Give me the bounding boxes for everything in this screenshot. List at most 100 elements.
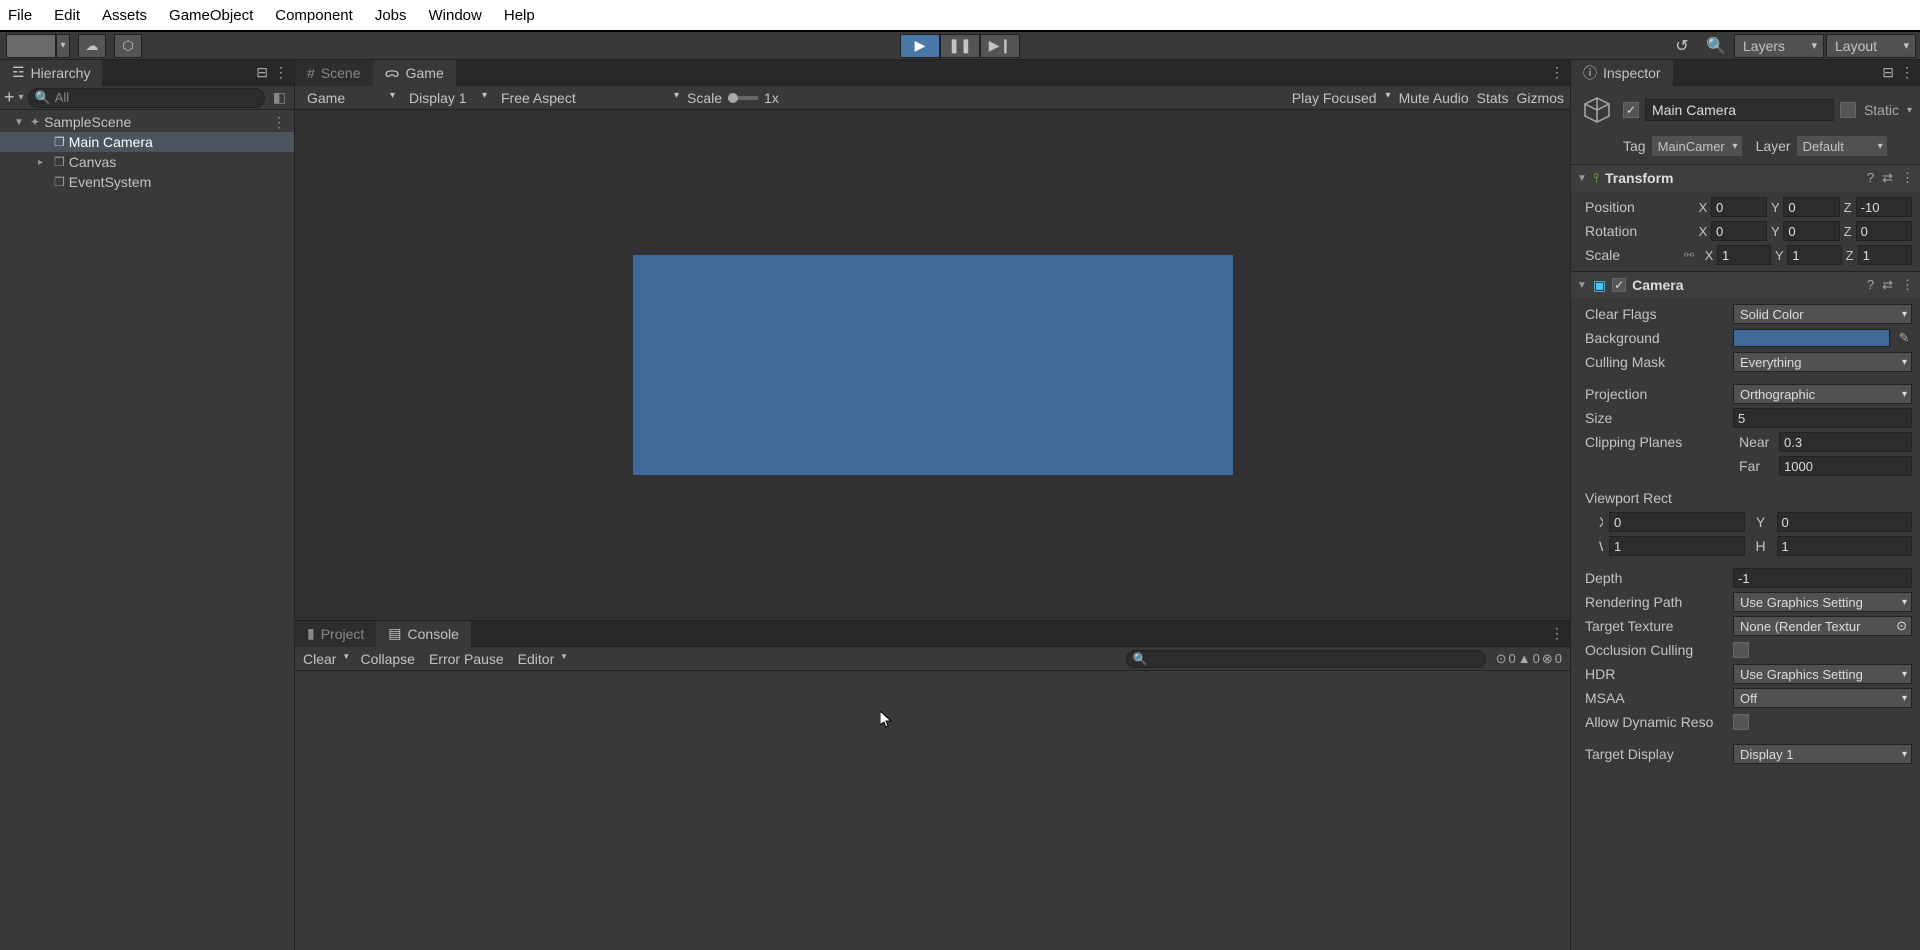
panel-menu-icon[interactable]: ⋮ (274, 64, 288, 81)
component-menu-icon[interactable]: ⋮ (1901, 170, 1914, 186)
viewport-h-field[interactable]: 1 (1777, 536, 1913, 556)
package-button[interactable]: ⬡ (114, 34, 142, 58)
hierarchy-search[interactable]: 🔍 All (28, 88, 265, 108)
viewport-y-field[interactable]: 0 (1777, 512, 1913, 532)
search-scope-icon[interactable]: ◧ (269, 89, 290, 106)
gameobject-name-field[interactable]: Main Camera (1645, 99, 1834, 121)
depth-field[interactable]: -1 (1733, 568, 1912, 588)
scale-z-field[interactable]: 1 (1858, 245, 1912, 265)
scale-x-field[interactable]: 1 (1717, 245, 1771, 265)
dynamic-res-checkbox[interactable] (1733, 714, 1749, 730)
editor-dropdown[interactable]: Editor (514, 651, 569, 667)
fold-icon[interactable]: ▼ (1577, 173, 1587, 184)
global-search-button[interactable]: 🔍 (1700, 34, 1732, 58)
viewport-x-field[interactable]: 0 (1609, 512, 1745, 532)
mute-audio-toggle[interactable]: Mute Audio (1399, 90, 1469, 106)
tab-game[interactable]: ᯅ Game (373, 60, 456, 86)
create-dropdown[interactable]: ▾ (19, 92, 24, 103)
viewport-w-field[interactable]: 1 (1609, 536, 1745, 556)
display-dropdown[interactable]: Display 1 (403, 90, 493, 106)
hierarchy-item-main-camera[interactable]: ❒ Main Camera (0, 132, 294, 152)
menu-assets[interactable]: Assets (102, 7, 147, 24)
play-focused-dropdown[interactable]: Play Focused (1286, 90, 1397, 106)
tab-hierarchy[interactable]: ☲ Hierarchy (0, 60, 102, 86)
near-field[interactable]: 0.3 (1779, 432, 1912, 452)
rotation-x-field[interactable]: 0 (1711, 221, 1767, 241)
panel-menu-icon[interactable]: ⋮ (1550, 64, 1564, 81)
object-picker-icon[interactable]: ⊙ (1896, 618, 1907, 634)
menu-edit[interactable]: Edit (54, 7, 80, 24)
panel-menu-icon[interactable]: ⋮ (1900, 64, 1914, 81)
error-pause-toggle[interactable]: Error Pause (425, 651, 508, 667)
hdr-dropdown[interactable]: Use Graphics Setting (1733, 664, 1912, 684)
game-viewport[interactable] (295, 110, 1570, 620)
account-dropdown[interactable]: ▾ (56, 34, 70, 58)
menu-file[interactable]: File (8, 7, 32, 24)
error-count[interactable]: ⊗0 (1542, 651, 1562, 667)
game-mode-dropdown[interactable]: Game (301, 90, 401, 106)
step-button[interactable]: ▶❙ (980, 34, 1020, 58)
pause-button[interactable]: ❚❚ (940, 34, 980, 58)
menu-window[interactable]: Window (429, 7, 482, 24)
gizmos-toggle[interactable]: Gizmos (1517, 90, 1564, 106)
component-menu-icon[interactable]: ⋮ (1901, 277, 1914, 293)
tab-console[interactable]: ▤ Console (376, 621, 471, 647)
menu-gameobject[interactable]: GameObject (169, 7, 253, 24)
rotation-y-field[interactable]: 0 (1783, 221, 1839, 241)
lock-icon[interactable]: ⊟ (1882, 64, 1894, 81)
scale-slider[interactable] (728, 96, 758, 100)
create-button[interactable]: + (4, 87, 15, 108)
aspect-dropdown[interactable]: Free Aspect (495, 90, 685, 106)
help-icon[interactable]: ? (1867, 277, 1874, 293)
fold-icon[interactable]: ▼ (14, 117, 26, 128)
static-checkbox[interactable] (1840, 102, 1856, 118)
play-button[interactable]: ▶ (900, 34, 940, 58)
hierarchy-item-eventsystem[interactable]: ❒ EventSystem (0, 172, 294, 192)
projection-dropdown[interactable]: Orthographic (1733, 384, 1912, 404)
scene-menu-icon[interactable]: ⋮ (272, 114, 294, 131)
fold-icon[interactable]: ▸ (38, 157, 50, 168)
eyedropper-icon[interactable]: ✎ (1896, 330, 1912, 346)
menu-component[interactable]: Component (275, 7, 353, 24)
account-button[interactable] (6, 34, 56, 58)
position-z-field[interactable]: -10 (1856, 197, 1912, 217)
occlusion-culling-checkbox[interactable] (1733, 642, 1749, 658)
scale-y-field[interactable]: 1 (1787, 245, 1841, 265)
menu-jobs[interactable]: Jobs (375, 7, 407, 24)
panel-menu-icon[interactable]: ⋮ (1550, 625, 1564, 642)
rotation-z-field[interactable]: 0 (1856, 221, 1912, 241)
tab-inspector[interactable]: ⓘ Inspector (1571, 60, 1673, 86)
link-icon[interactable]: ⚯ (1681, 248, 1697, 262)
clear-flags-dropdown[interactable]: Solid Color (1733, 304, 1912, 324)
layer-dropdown[interactable]: Default (1797, 136, 1887, 156)
msaa-dropdown[interactable]: Off (1733, 688, 1912, 708)
console-body[interactable] (295, 671, 1570, 950)
console-search[interactable]: 🔍 (1126, 650, 1486, 668)
far-field[interactable]: 1000 (1779, 456, 1912, 476)
menu-help[interactable]: Help (504, 7, 535, 24)
undo-history-button[interactable]: ↺ (1666, 34, 1698, 58)
scene-row[interactable]: ▼ ✦ SampleScene ⋮ (0, 112, 294, 132)
tab-project[interactable]: ▮ Project (295, 621, 376, 647)
hierarchy-item-canvas[interactable]: ▸ ❒ Canvas (0, 152, 294, 172)
preset-icon[interactable]: ⇄ (1882, 170, 1893, 186)
cloud-button[interactable]: ☁ (78, 34, 106, 58)
collapse-toggle[interactable]: Collapse (356, 651, 418, 667)
static-dropdown[interactable]: ▾ (1907, 105, 1912, 116)
target-display-dropdown[interactable]: Display 1 (1733, 744, 1912, 764)
clear-button[interactable]: Clear (299, 651, 350, 667)
camera-enabled-checkbox[interactable] (1612, 278, 1626, 292)
layout-dropdown[interactable]: Layout (1826, 34, 1916, 58)
background-color-field[interactable] (1733, 329, 1890, 347)
position-x-field[interactable]: 0 (1711, 197, 1767, 217)
preset-icon[interactable]: ⇄ (1882, 277, 1893, 293)
tab-scene[interactable]: # Scene (295, 60, 373, 86)
gameobject-active-checkbox[interactable] (1623, 102, 1639, 118)
help-icon[interactable]: ? (1867, 170, 1874, 186)
stats-toggle[interactable]: Stats (1471, 90, 1515, 106)
layers-dropdown[interactable]: Layers (1734, 34, 1824, 58)
tag-dropdown[interactable]: MainCamer (1652, 136, 1742, 156)
info-count[interactable]: ⊙0 (1496, 651, 1516, 667)
rendering-path-dropdown[interactable]: Use Graphics Setting (1733, 592, 1912, 612)
culling-mask-dropdown[interactable]: Everything (1733, 352, 1912, 372)
